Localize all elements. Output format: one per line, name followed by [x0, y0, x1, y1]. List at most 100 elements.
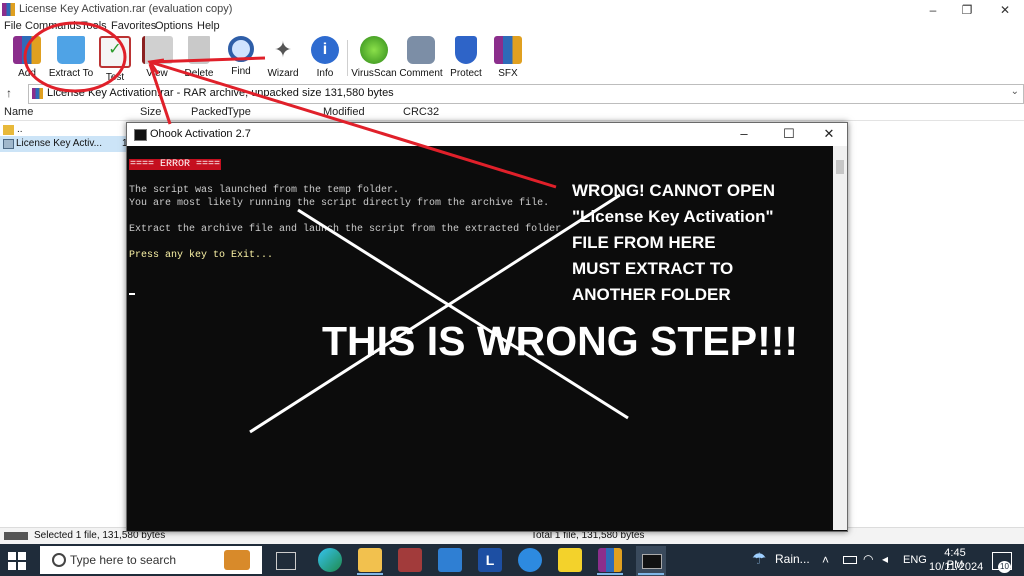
console-title-bar[interactable]: Ohook Activation 2.7 – ☐ ✕ — [127, 123, 847, 146]
extract-folder-icon — [57, 36, 85, 64]
extract-to-button[interactable]: Extract To — [48, 36, 94, 80]
menu-options[interactable]: Options — [155, 20, 193, 32]
info-icon: i — [311, 36, 339, 64]
terminal-taskbar-icon[interactable] — [636, 546, 666, 576]
protect-label: Protect — [450, 68, 482, 79]
file-explorer-icon[interactable] — [358, 548, 382, 572]
briefcase-icon[interactable] — [224, 550, 250, 570]
path-field[interactable]: License Key Activation.rar - RAR archive… — [28, 84, 1024, 104]
active-app-indicator — [357, 573, 383, 575]
remote-app-icon[interactable] — [518, 548, 542, 572]
edge-browser-icon[interactable] — [318, 548, 342, 572]
column-name[interactable]: Name — [4, 106, 33, 118]
wifi-icon[interactable]: ◠ — [863, 552, 873, 566]
warning-line: ANOTHER FOLDER — [572, 285, 731, 304]
info-button[interactable]: i Info — [302, 36, 348, 80]
warning-line: "License Key Activation" — [572, 207, 774, 226]
extract-to-label: Extract To — [48, 68, 94, 79]
wizard-label: Wizard — [267, 68, 299, 79]
warning-annotation: WRONG! CANNOT OPEN "License Key Activati… — [572, 178, 775, 308]
shield-icon — [455, 36, 477, 64]
column-header-row: Name Size Packed Type Modified CRC32 — [0, 104, 1024, 121]
list-item[interactable]: License Key Activ... 1 — [0, 136, 128, 152]
store-icon[interactable] — [398, 548, 422, 572]
speaker-icon[interactable]: ◂ — [882, 552, 888, 566]
add-label: Add — [18, 68, 36, 79]
error-banner: ==== ERROR ==== — [129, 159, 222, 170]
rain-weather-icon[interactable]: ☂ — [750, 551, 768, 569]
virusscan-button[interactable]: VirusScan — [351, 36, 397, 80]
column-packed[interactable]: Packed — [191, 106, 228, 118]
comment-icon — [407, 36, 435, 64]
menu-bar: File Commands Tools Favorites Options He… — [0, 20, 1024, 34]
toolbar: Add Extract To ✓ Test View Delete Find ✦… — [0, 34, 1024, 83]
info-label: Info — [316, 68, 334, 79]
language-indicator[interactable]: ENG — [903, 554, 927, 566]
chevron-down-icon[interactable]: ⌄ — [1011, 86, 1019, 97]
active-app-indicator — [638, 573, 664, 575]
add-archive-icon — [13, 36, 41, 64]
task-view-icon[interactable] — [276, 552, 296, 570]
windows-start-icon[interactable] — [8, 552, 26, 570]
console-scrollbar[interactable] — [833, 146, 847, 530]
wizard-button[interactable]: ✦ Wizard — [260, 36, 306, 80]
add-button[interactable]: Add — [4, 36, 50, 80]
trash-icon — [188, 36, 210, 64]
sfx-label: SFX — [498, 68, 518, 79]
magic-wand-icon: ✦ — [273, 37, 293, 62]
minimize-button[interactable]: – — [924, 2, 942, 18]
menu-help[interactable]: Help — [197, 20, 220, 32]
active-app-indicator — [597, 573, 623, 575]
toolbar-separator — [347, 40, 348, 76]
menu-tools[interactable]: Tools — [81, 20, 107, 32]
maximize-button[interactable]: ❐ — [958, 2, 976, 18]
protect-button[interactable]: Protect — [443, 36, 489, 80]
console-line: Extract the archive file and launch the … — [129, 224, 568, 235]
file-name: .. — [17, 124, 23, 135]
menu-favorites[interactable]: Favorites — [111, 20, 156, 32]
console-minimize-button[interactable]: – — [735, 126, 753, 142]
console-line: The script was launched from the temp fo… — [129, 185, 400, 196]
close-button[interactable]: ✕ — [996, 2, 1014, 18]
column-modified[interactable]: Modified — [323, 106, 365, 118]
column-crc32[interactable]: CRC32 — [403, 106, 439, 118]
up-arrow-icon[interactable]: ↑ — [6, 86, 12, 100]
comment-button[interactable]: Comment — [398, 36, 444, 80]
script-file-icon — [3, 139, 14, 149]
console-line: You are most likely running the script d… — [129, 198, 550, 209]
folder-icon — [3, 125, 14, 135]
test-button[interactable]: ✓ Test — [92, 36, 138, 83]
sfx-button[interactable]: SFX — [485, 36, 531, 80]
taskbar: Type here to search L ☂ Rain... ˄ ◠ ◂ EN… — [0, 544, 1024, 576]
test-label: Test — [105, 72, 125, 83]
console-maximize-button[interactable]: ☐ — [780, 126, 798, 142]
winrar-title-bar: License Key Activation.rar (evaluation c… — [0, 0, 1024, 20]
winrar-logo-icon — [2, 3, 15, 16]
virus-scan-icon — [360, 36, 388, 64]
warning-line: MUST EXTRACT TO — [572, 259, 734, 278]
console-prompt: Press any key to Exit... — [129, 250, 274, 261]
weather-text[interactable]: Rain... — [775, 552, 810, 566]
mail-icon[interactable] — [438, 548, 462, 572]
test-clipboard-icon: ✓ — [99, 36, 131, 68]
battery-icon[interactable] — [843, 556, 857, 564]
column-size[interactable]: Size — [140, 106, 161, 118]
menu-file[interactable]: File — [4, 20, 22, 32]
delete-button[interactable]: Delete — [176, 36, 222, 80]
column-type[interactable]: Type — [227, 106, 251, 118]
winrar-taskbar-icon[interactable] — [598, 548, 622, 572]
window-title: License Key Activation.rar (evaluation c… — [19, 3, 233, 15]
menu-commands[interactable]: Commands — [25, 20, 81, 32]
l-app-icon[interactable]: L — [478, 548, 502, 572]
view-button[interactable]: View — [134, 36, 180, 80]
console-close-button[interactable]: ✕ — [820, 126, 838, 142]
scrollbar-thumb[interactable] — [836, 160, 844, 174]
wrong-step-annotation: THIS IS WRONG STEP!!! — [322, 318, 799, 364]
clock-date[interactable]: 10/11/2024 — [929, 561, 983, 573]
delete-label: Delete — [184, 68, 214, 79]
find-button[interactable]: Find — [218, 36, 264, 80]
path-text: License Key Activation.rar - RAR archive… — [47, 87, 394, 99]
chevron-up-icon[interactable]: ˄ — [822, 553, 829, 567]
notification-badge: 10 — [998, 561, 1011, 573]
sticky-notes-icon[interactable] — [558, 548, 582, 572]
